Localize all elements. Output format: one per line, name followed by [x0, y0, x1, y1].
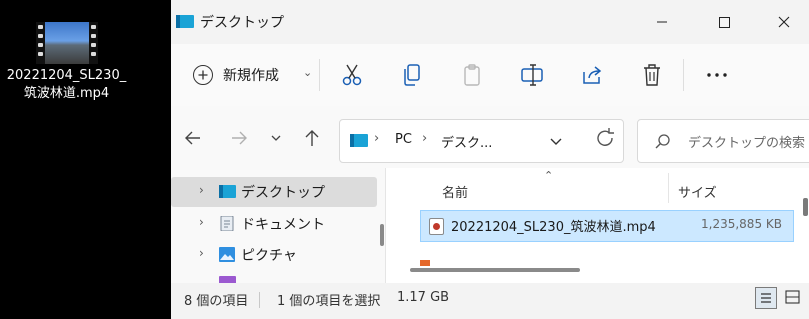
- plus-icon: [193, 65, 213, 85]
- copy-button[interactable]: [397, 60, 427, 90]
- rename-button[interactable]: [517, 60, 547, 90]
- column-header-name[interactable]: 名前: [442, 182, 468, 201]
- delete-icon: [644, 64, 660, 86]
- selection-count: 1 個の項目を選択: [277, 294, 381, 309]
- sidebar-item-desktop[interactable]: › デスクトップ: [171, 177, 377, 207]
- close-button[interactable]: [761, 6, 807, 38]
- item-count: 8 個の項目: [184, 294, 249, 309]
- recent-button[interactable]: [264, 126, 288, 150]
- details-view-button[interactable]: [755, 287, 777, 309]
- navigation-pane: › デスクトップ › ドキュメント › ピクチャ: [171, 168, 385, 283]
- sidebar-item-label: ドキュメント: [241, 217, 325, 233]
- separator: [683, 59, 684, 91]
- new-button[interactable]: 新規作成 ⌄: [185, 61, 312, 91]
- chevron-right-icon: ›: [374, 131, 380, 146]
- tiles-view-icon: [785, 290, 800, 304]
- sidebar-item-label: デスクトップ: [241, 185, 325, 201]
- file-list: ⌃ 名前 サイズ 20221204_SL230_筑波林道.mp4 1,235,8…: [385, 168, 809, 283]
- desktop-folder-icon: [350, 134, 368, 147]
- command-bar: 新規作成 ⌄: [171, 44, 809, 107]
- cut-icon: [342, 64, 362, 86]
- desktop-folder-icon: [219, 185, 236, 198]
- arrow-up-icon: [305, 130, 319, 146]
- column-header-size[interactable]: サイズ: [678, 182, 717, 201]
- window-title: デスクトップ: [200, 15, 284, 31]
- chevron-right-icon: ›: [422, 131, 428, 146]
- paste-button[interactable]: [457, 60, 487, 90]
- more-button[interactable]: [702, 60, 732, 90]
- more-icon: [707, 73, 727, 77]
- details-view-icon: [761, 293, 771, 303]
- sidebar-item-documents[interactable]: › ドキュメント: [171, 209, 377, 239]
- breadcrumb-desktop[interactable]: デスク...: [441, 132, 492, 151]
- chevron-right-icon[interactable]: ›: [199, 246, 204, 260]
- status-bar: 8 個の項目 1 個の項目を選択 1.17 GB: [171, 283, 809, 319]
- separator: [259, 292, 260, 308]
- refresh-button[interactable]: [591, 124, 621, 154]
- arrow-right-icon: [232, 131, 247, 145]
- rename-icon: [521, 64, 543, 86]
- back-button[interactable]: [181, 126, 205, 150]
- explorer-window: デスクトップ 新規作成 ⌄ › PC › デスク... デスクトップの検索 › …: [171, 0, 809, 319]
- refresh-icon: [597, 128, 614, 146]
- desktop-file-label[interactable]: 20221204_SL230_ 筑波林道.mp4: [0, 67, 133, 103]
- desktop-folder-icon: [176, 15, 194, 28]
- address-bar[interactable]: › PC › デスク...: [339, 119, 624, 163]
- videos-icon: [219, 276, 236, 283]
- pictures-icon: [219, 247, 235, 262]
- copy-icon: [404, 64, 420, 86]
- chevron-right-icon[interactable]: ›: [199, 183, 204, 197]
- vertical-scrollbar[interactable]: [803, 198, 808, 216]
- search-placeholder: デスクトップの検索: [688, 136, 806, 151]
- selection-size: 1.17 GB: [397, 290, 450, 305]
- forward-button[interactable]: [227, 126, 251, 150]
- arrow-left-icon: [185, 131, 200, 145]
- minimize-icon: [657, 21, 667, 23]
- search-icon: [655, 134, 670, 149]
- delete-button[interactable]: [637, 60, 667, 90]
- up-button[interactable]: [300, 126, 324, 150]
- file-icon: [420, 260, 430, 266]
- table-row[interactable]: 20221204_SL230_筑波林道.mp4 1,235,885 KB: [420, 210, 794, 242]
- title-bar[interactable]: デスクトップ: [171, 0, 809, 44]
- file-size: 1,235,885 KB: [701, 217, 782, 231]
- close-icon: [778, 16, 790, 28]
- video-file-icon: [429, 218, 444, 235]
- tiles-view-button[interactable]: [783, 287, 803, 307]
- video-file-icon[interactable]: [36, 22, 98, 64]
- chevron-down-icon: ⌄: [303, 66, 313, 79]
- sidebar-item-label: ピクチャ: [241, 248, 297, 264]
- sidebar-scrollbar[interactable]: [380, 224, 384, 246]
- sort-ascending-icon: ⌃: [544, 169, 554, 182]
- file-name[interactable]: 20221204_SL230_筑波林道.mp4: [451, 216, 656, 235]
- maximize-icon: [719, 17, 730, 28]
- documents-icon: [220, 216, 234, 231]
- new-label: 新規作成: [223, 68, 279, 84]
- search-box[interactable]: デスクトップの検索: [637, 119, 809, 163]
- chevron-down-icon[interactable]: [548, 133, 564, 149]
- maximize-button[interactable]: [701, 6, 747, 38]
- cut-button[interactable]: [337, 60, 367, 90]
- chevron-right-icon[interactable]: ›: [199, 215, 204, 229]
- share-icon: [583, 66, 602, 84]
- minimize-button[interactable]: [639, 6, 685, 38]
- sidebar-item-pictures[interactable]: › ピクチャ: [171, 240, 377, 270]
- paste-icon: [464, 64, 480, 86]
- share-button[interactable]: [577, 60, 607, 90]
- chevron-down-icon: [271, 135, 281, 141]
- breadcrumb-pc[interactable]: PC: [395, 132, 412, 147]
- column-divider[interactable]: [668, 173, 669, 203]
- horizontal-scrollbar[interactable]: [410, 268, 580, 272]
- separator: [319, 59, 320, 91]
